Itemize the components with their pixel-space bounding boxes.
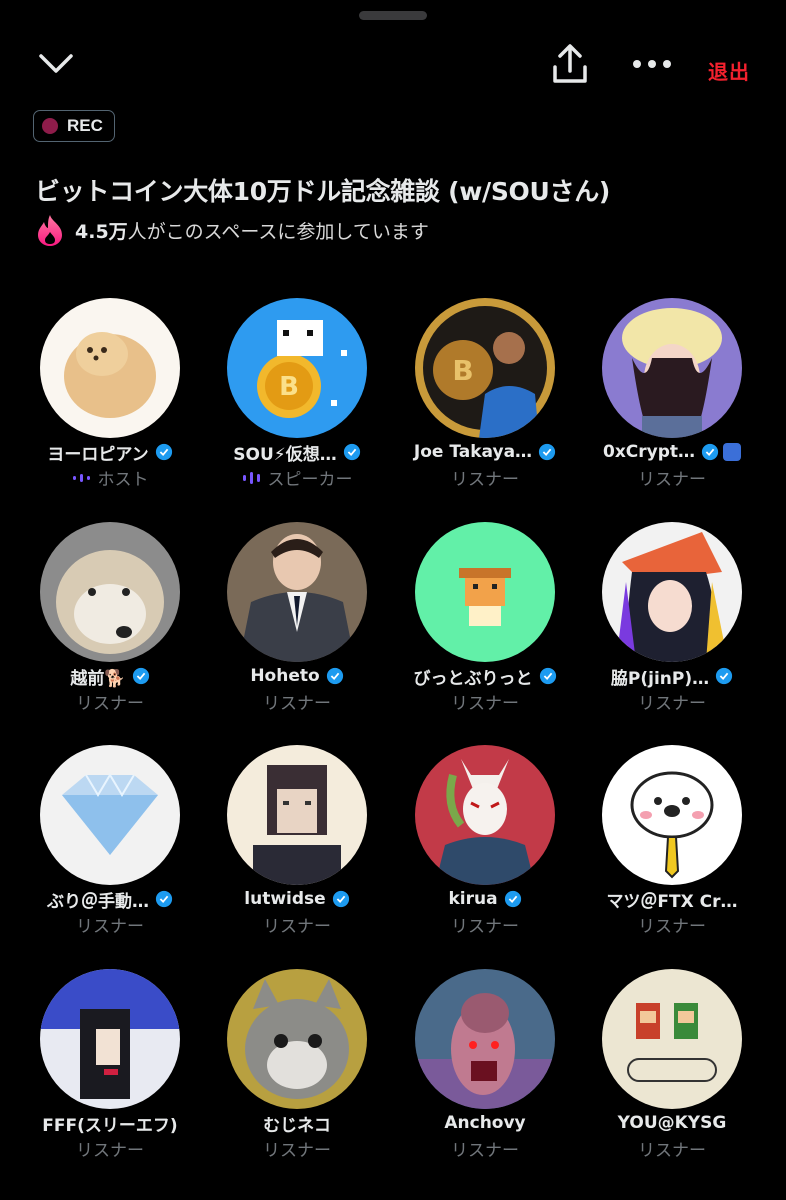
leave-button[interactable]: 退出 [708,56,750,85]
verified-badge-icon [539,667,556,685]
avatar [602,522,742,662]
verified-badge-icon [504,890,521,908]
participant-name: FFF(スリーエフ) [42,1115,178,1136]
verified-badge-icon [155,443,172,461]
participant-name: YOU@KYSG [617,1113,727,1133]
verified-badge-icon [332,890,349,908]
participant-name: kirua [448,889,498,909]
avatar [40,745,180,885]
participant-name: ヨーロピアン [47,444,149,465]
avatar [40,522,180,662]
audio-wave-icon [72,473,90,482]
participant-role: リスナー [263,1141,331,1161]
participant-role: リスナー [638,470,706,490]
chevron-down-icon [39,54,73,73]
participant-name: ぶり＠手動… [47,891,149,912]
more-dots-icon [633,60,671,68]
participant-role: リスナー [263,694,331,714]
participant-name: SOU⚡仮想… [233,444,337,465]
participant-role: リスナー [451,917,519,937]
participant-role: リスナー [451,470,519,490]
participant-name: Joe Takaya… [413,442,533,462]
more-options-button[interactable] [626,44,678,84]
svg-text:B: B [279,372,299,402]
avatar [415,522,555,662]
participant-name: 越前🐕 [70,668,126,689]
avatar: B [415,298,555,438]
participant-role: リスナー [638,694,706,714]
avatar: B [227,298,367,438]
participant-role: リスナー [451,694,519,714]
participant-name: lutwidse [244,889,326,909]
participant-name: 脇P(jinP)… [610,668,710,689]
participant-role: リスナー [638,1141,706,1161]
listener-count-row: 4.5万人がこのスペースに参加しています [35,213,429,247]
avatar [40,969,180,1109]
top-bar: 退出 [0,36,786,100]
space-sheet: 退出 REC ビットコイン大体10万ドル記念雑談 (w/SOUさん) 4.5万人… [0,0,786,1200]
avatar [415,745,555,885]
share-icon [553,44,587,83]
avatar [227,969,367,1109]
avatar [227,745,367,885]
verified-badge-icon [155,890,173,908]
participant-role: リスナー [638,917,706,937]
record-dot-icon [42,118,58,134]
verified-badge-icon [132,667,149,685]
participant-name: マツ＠FTX Cr… [606,891,738,912]
participant-role: リスナー [76,1141,144,1161]
svg-text:B: B [452,354,473,387]
verified-badge-icon [343,443,360,461]
share-button[interactable] [546,40,594,88]
participant-name: Anchovy [444,1113,526,1133]
avatar [602,298,742,438]
audio-wave-icon [242,471,260,484]
participant-role: リスナー [263,917,331,937]
avatar [227,522,367,662]
space-title: ビットコイン大体10万ドル記念雑談 (w/SOUさん) [35,177,611,206]
participant-role: リスナー [76,917,144,937]
avatar [415,969,555,1109]
sheet-grabber[interactable] [359,11,427,20]
participant-name: びっとぶりっと [413,668,533,689]
participant-name: Hoheto [250,666,320,686]
participant-role: リスナー [76,694,144,714]
avatar [602,969,742,1109]
org-badge-icon [723,443,742,461]
collapse-button[interactable] [32,44,80,84]
rec-label: REC [67,116,103,135]
participant-name: 0xCrypt… [602,442,696,462]
recording-badge: REC [33,110,115,142]
verified-badge-icon [716,667,733,685]
avatar [602,745,742,885]
participant-role: リスナー [451,1141,519,1161]
flame-icon [38,215,62,246]
participant-name: むじネコ [263,1115,331,1136]
listener-count: 4.5万 [75,220,128,243]
verified-badge-icon [538,443,556,461]
participant-role: ホスト [97,470,149,490]
avatar [40,298,180,438]
participant-role: スピーカー [267,470,353,490]
listener-suffix: 人がこのスペースに参加しています [127,220,429,243]
verified-badge-icon [326,667,343,685]
verified-badge-icon [701,443,719,461]
